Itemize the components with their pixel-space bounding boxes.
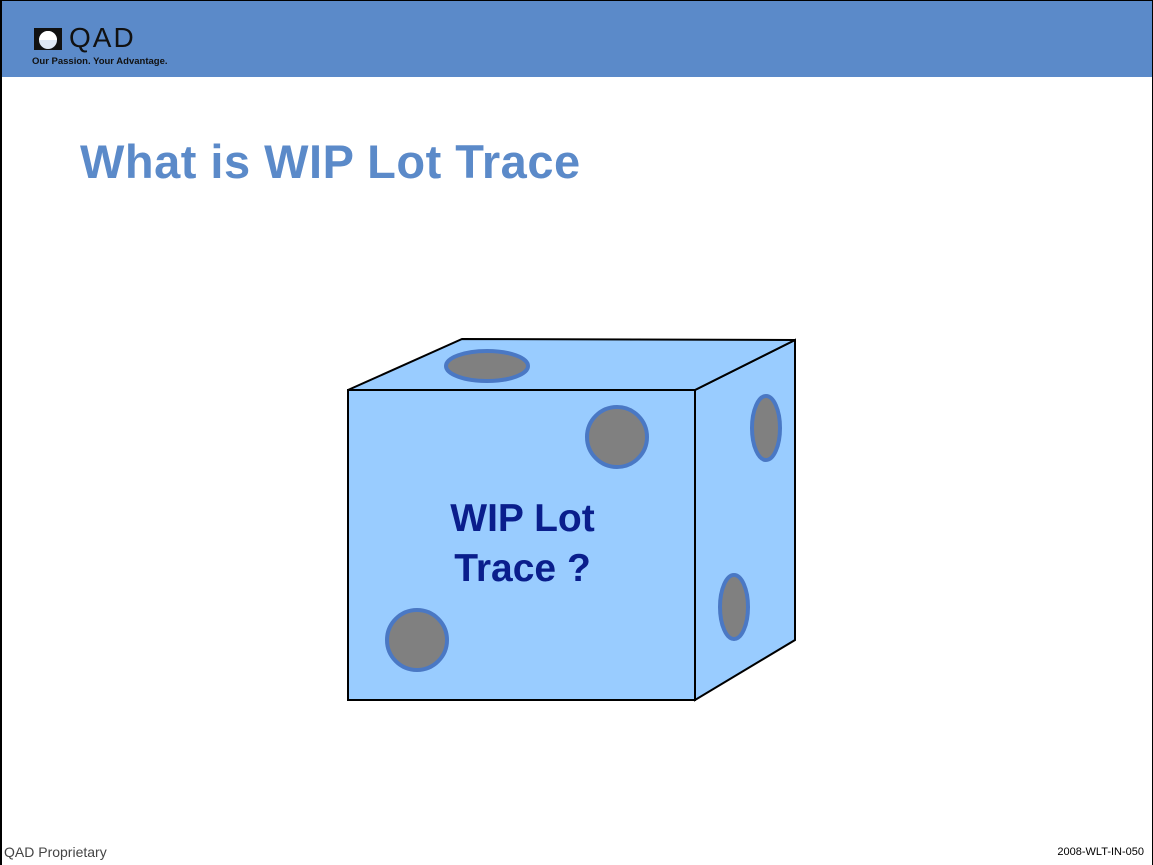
footer-proprietary: QAD Proprietary xyxy=(4,844,107,860)
cube-dot-front-upper xyxy=(585,405,649,469)
footer-slide-code: 2008-WLT-IN-050 xyxy=(1057,846,1144,858)
cube-dot-top xyxy=(444,349,530,383)
cube-right-face xyxy=(694,338,796,702)
cube-dot-right-upper xyxy=(750,394,782,462)
cube-dot-right-lower xyxy=(718,573,750,641)
cube-illustration xyxy=(347,337,796,702)
cube-label-line1: WIP Lot xyxy=(450,497,595,540)
slide: QAD Our Passion. Your Advantage. What is… xyxy=(0,0,1153,865)
cube-dot-front-lower xyxy=(385,608,449,672)
cube-label: WIP Lot Trace ? xyxy=(350,494,695,594)
cube-label-line2: Trace ? xyxy=(454,547,591,590)
